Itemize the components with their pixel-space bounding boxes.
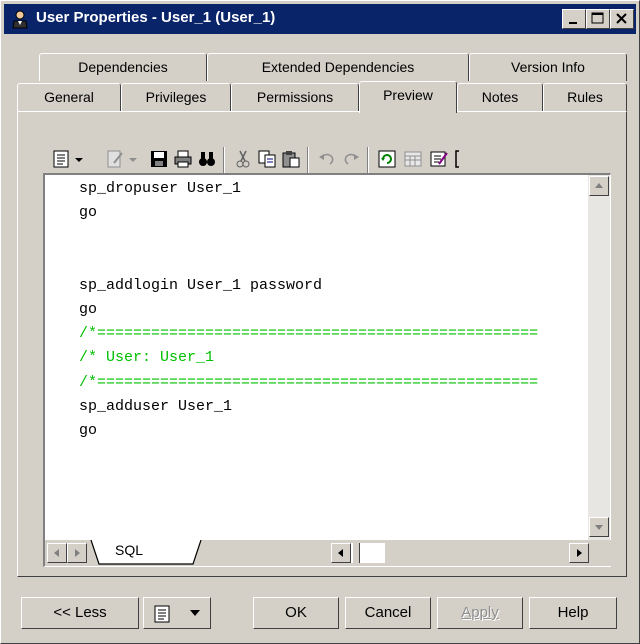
sql-preview-editor[interactable]: sp_dropuser User_1go sp_addlogin User_1 … bbox=[43, 173, 611, 567]
copy-icon[interactable] bbox=[257, 149, 277, 169]
sql-sheet-tab[interactable] bbox=[89, 540, 209, 566]
user-properties-window: User Properties - User_1 (User_1) Depend… bbox=[0, 0, 640, 644]
vertical-scrollbar[interactable] bbox=[588, 175, 610, 541]
save-icon[interactable] bbox=[149, 149, 169, 169]
scroll-down-button[interactable] bbox=[589, 517, 609, 537]
sheet-next-button[interactable] bbox=[67, 543, 87, 563]
line-gutter bbox=[45, 175, 75, 541]
apply-button: Apply bbox=[437, 597, 523, 629]
user-icon bbox=[12, 10, 28, 29]
scroll-up-icon bbox=[595, 183, 603, 188]
toolbar-separator bbox=[307, 147, 309, 173]
sql-comment-line: /*======================================… bbox=[79, 325, 539, 343]
dropdown-arrow-icon[interactable] bbox=[73, 149, 85, 169]
sql-code-line: go bbox=[79, 422, 98, 440]
close-button[interactable] bbox=[610, 9, 634, 29]
tab-notes[interactable]: Notes bbox=[457, 83, 543, 111]
preview-menu-icon bbox=[154, 605, 170, 623]
arrow-right-icon bbox=[75, 549, 80, 557]
edit-icon bbox=[107, 150, 123, 168]
calculator-icon bbox=[404, 151, 422, 167]
window-title: User Properties - User_1 (User_1) bbox=[36, 9, 276, 26]
maximize-button[interactable] bbox=[586, 9, 610, 29]
minimize-button[interactable] bbox=[562, 9, 586, 29]
sql-comment-line: /*======================================… bbox=[79, 373, 539, 391]
help-button[interactable]: Help bbox=[529, 597, 617, 629]
tab-rules[interactable]: Rules bbox=[543, 83, 627, 111]
sql-code-line: sp_dropuser User_1 bbox=[79, 180, 242, 197]
sheet-tab-bar: SQL bbox=[45, 540, 611, 566]
scroll-up-button[interactable] bbox=[589, 176, 609, 196]
paste-icon[interactable] bbox=[281, 149, 301, 169]
refresh-icon[interactable] bbox=[377, 149, 397, 169]
sql-code-line: sp_adduser User_1 bbox=[79, 397, 233, 415]
tab-preview[interactable]: Preview bbox=[359, 81, 457, 113]
toolbar-separator bbox=[367, 147, 369, 173]
more-tools-icon[interactable] bbox=[453, 149, 461, 169]
dropdown-arrow-icon bbox=[190, 610, 200, 616]
tab-extended-dependencies[interactable]: Extended Dependencies bbox=[207, 53, 469, 81]
title-bar[interactable]: User Properties - User_1 (User_1) bbox=[4, 4, 636, 34]
maximize-icon bbox=[591, 12, 604, 24]
arrow-left-icon bbox=[338, 549, 343, 557]
sql-code-line: sp_addlogin User_1 password bbox=[79, 276, 323, 294]
cancel-button[interactable]: Cancel bbox=[345, 597, 431, 629]
dropdown-arrow-icon bbox=[129, 158, 137, 162]
preview-options-button[interactable] bbox=[143, 597, 211, 629]
print-icon[interactable] bbox=[173, 149, 193, 169]
edit-properties-icon[interactable] bbox=[429, 149, 449, 169]
minimize-icon bbox=[569, 22, 577, 24]
cut-icon[interactable] bbox=[233, 149, 253, 169]
arrow-right-icon bbox=[577, 549, 582, 557]
redo-icon bbox=[344, 153, 359, 165]
sql-code-text[interactable]: sp_dropuser User_1go sp_addlogin User_1 … bbox=[79, 177, 589, 539]
find-icon[interactable] bbox=[197, 149, 217, 169]
scroll-down-icon bbox=[595, 525, 603, 530]
sql-code-line: go bbox=[79, 301, 98, 319]
tab-version-info[interactable]: Version Info bbox=[469, 53, 627, 81]
sheet-prev-button[interactable] bbox=[47, 543, 67, 563]
sql-sheet-label: SQL bbox=[115, 542, 144, 558]
ok-button[interactable]: OK bbox=[253, 597, 339, 629]
tab-general[interactable]: General bbox=[17, 83, 121, 111]
arrow-left-icon bbox=[54, 549, 59, 557]
tab-privileges[interactable]: Privileges bbox=[121, 83, 231, 111]
h-scroll-left-button[interactable] bbox=[331, 543, 351, 563]
h-scroll-thumb[interactable] bbox=[353, 543, 360, 563]
less-button[interactable]: << Less bbox=[21, 597, 139, 629]
toolbar-separator bbox=[223, 147, 225, 173]
tab-permissions[interactable]: Permissions bbox=[231, 83, 359, 111]
preview-menu-icon[interactable] bbox=[51, 149, 71, 169]
tab-dependencies[interactable]: Dependencies bbox=[39, 53, 207, 81]
sql-comment-line: /* User: User_1 bbox=[79, 349, 215, 367]
sql-code-line: go bbox=[79, 204, 98, 222]
undo-icon bbox=[319, 153, 334, 165]
h-scroll-right-button[interactable] bbox=[569, 543, 589, 563]
close-icon bbox=[616, 13, 627, 24]
sql-code-line bbox=[79, 250, 589, 274]
sql-code-line bbox=[79, 225, 589, 249]
